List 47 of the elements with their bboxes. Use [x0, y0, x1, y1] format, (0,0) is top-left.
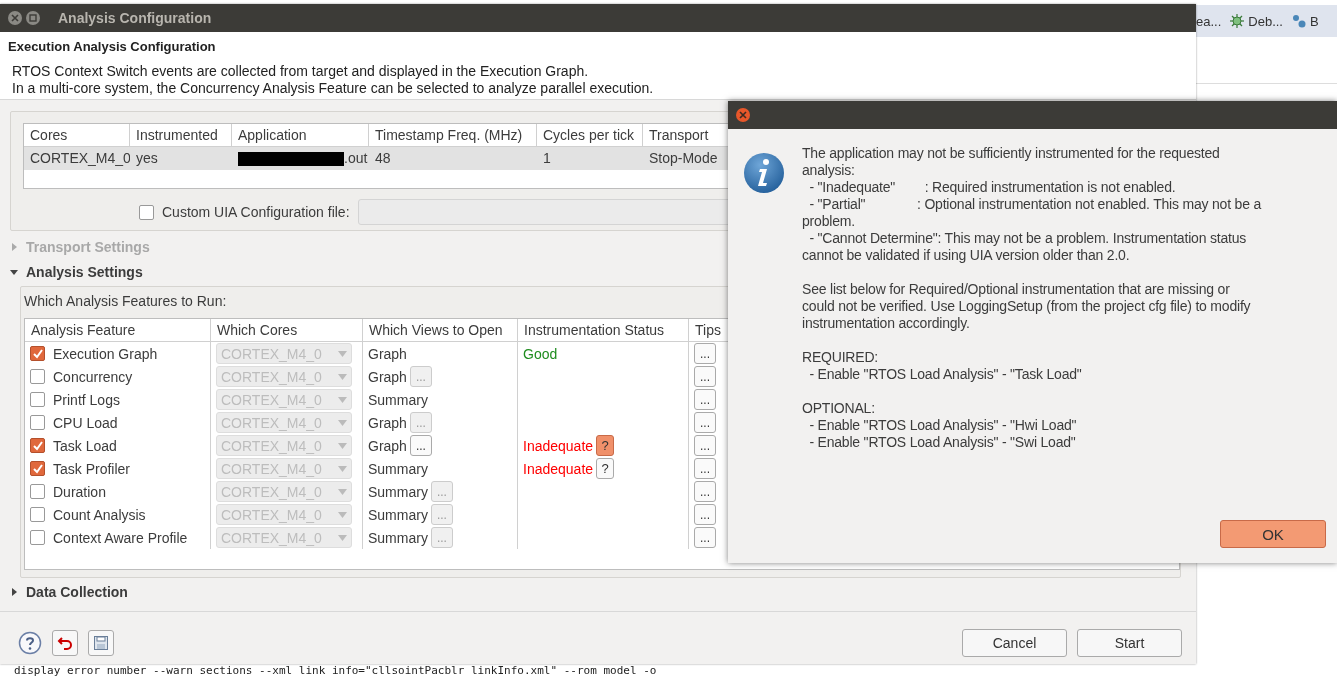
status-text: Inadequate	[523, 460, 594, 477]
message-text: cannot be validated if using UIA version older than 2.0.	[802, 247, 1131, 264]
table-cell-text: Stop-Mode	[648, 149, 719, 168]
view-name: Graph	[368, 345, 407, 362]
message-text: - Enable "RTOS Load Analysis" - "Hwi Load"	[808, 417, 1078, 434]
table-cell-text: CORTEX_M4_0	[29, 149, 130, 168]
dialog-heading: Execution Analysis Configuration	[8, 39, 217, 54]
feature-name: Duration	[53, 483, 106, 500]
feature-name: Count Analysis	[53, 506, 146, 523]
view-name: Summary	[368, 506, 428, 523]
checkbox-label: Custom UIA Configuration file:	[162, 204, 350, 220]
description-text: In a multi-core system, the Concurrency Analysis Feature can be selected to analyze parallel execution.	[12, 80, 655, 97]
group-label: Which Analysis Features to Run:	[24, 293, 227, 309]
message-text: See list below for Required/Optional instrumentation that are missing or	[802, 281, 1231, 298]
view-name: Summary	[368, 391, 428, 408]
feature-name: Task Profiler	[53, 460, 131, 477]
feature-name: Context Aware Profile	[53, 529, 188, 546]
view-name: Summary	[368, 529, 428, 546]
window-title: Analysis Configuration	[58, 10, 212, 26]
table-cell-text: 1	[542, 149, 552, 168]
feature-name: Concurrency	[53, 368, 133, 385]
status-text: Inadequate	[523, 437, 594, 454]
message-text: instrumentation accordingly.	[802, 315, 971, 332]
message-text: problem.	[802, 213, 856, 230]
message-text: could not be verified. Use LoggingSetup (from the project cfg file) to modify	[802, 298, 1252, 315]
message-text: OPTIONAL:	[802, 400, 876, 417]
console-line: display error number --warn sections --xml link info="cllsointPacblr linkInfo.xml" --rom model -o	[14, 665, 657, 677]
message-text: - "Inadequate" : Required instrumentation is not enabled.	[808, 179, 1177, 196]
feature-name: Printf Logs	[53, 391, 120, 408]
view-name: Summary	[368, 460, 428, 477]
view-name: Summary	[368, 483, 428, 500]
message-text: - "Partial" : Optional instrumentation not enabled. This may not be a	[808, 196, 1261, 213]
table-cell-text: 48	[374, 149, 392, 168]
feature-name: CPU Load	[53, 414, 118, 431]
feature-name: Task Load	[53, 437, 117, 454]
message-text: REQUIRED:	[802, 349, 879, 366]
view-name: Graph	[368, 414, 407, 431]
message-text: - Enable "RTOS Load Analysis" - "Swi Load"	[808, 434, 1077, 451]
description-text: RTOS Context Switch events are collected from target and displayed in the Execution Graph.	[12, 63, 590, 80]
message-text: - Enable "RTOS Load Analysis" - "Task Load"	[808, 366, 1083, 383]
feature-name: Execution Graph	[53, 345, 158, 362]
table-cell-text: yes	[135, 149, 159, 168]
view-name: Graph	[368, 437, 407, 454]
status-text: Good	[523, 345, 558, 362]
message-text: - "Cannot Determine": This may not be a problem. Instrumentation status	[808, 230, 1248, 247]
view-name: Graph	[368, 368, 407, 385]
table-cell: .out	[232, 147, 369, 170]
